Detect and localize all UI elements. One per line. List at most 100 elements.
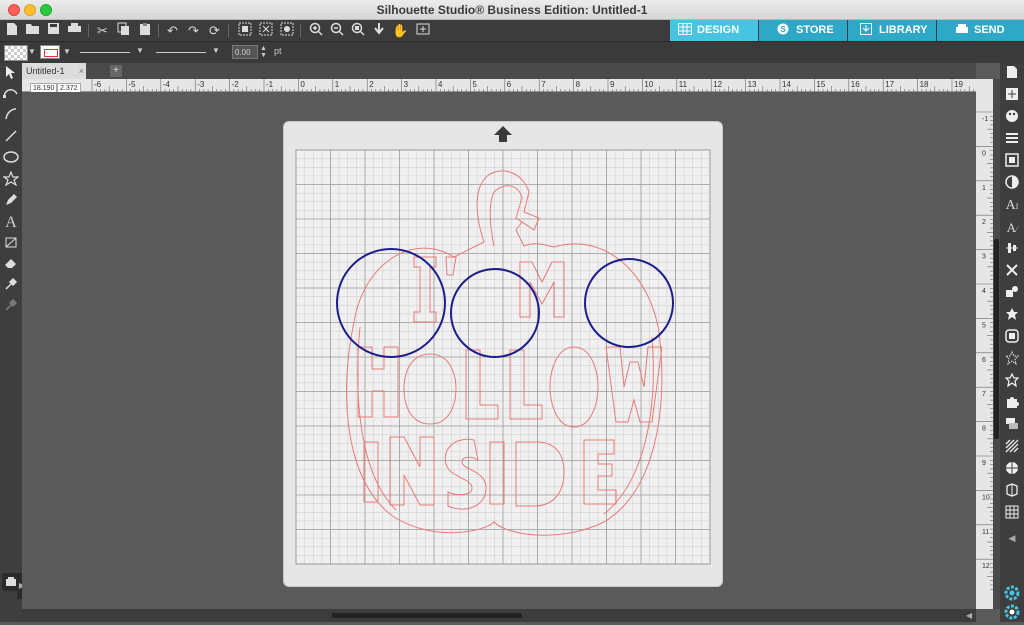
- trace-icon[interactable]: [1003, 350, 1021, 369]
- add-document-tab-button[interactable]: +: [110, 65, 122, 77]
- pan-icon[interactable]: ✋: [392, 22, 409, 39]
- select-all-icon[interactable]: [236, 22, 253, 39]
- line-color-swatch[interactable]: [40, 45, 60, 59]
- gradient-icon[interactable]: [1003, 175, 1021, 193]
- star-tool-icon[interactable]: [2, 170, 20, 189]
- copy-icon[interactable]: [115, 22, 132, 39]
- cut-icon[interactable]: ✂: [94, 22, 111, 39]
- paste-icon[interactable]: [136, 22, 153, 39]
- zoom-out-icon[interactable]: [328, 22, 345, 39]
- line-width-stepper[interactable]: ▲ ▼: [260, 45, 267, 59]
- modify-icon[interactable]: [1003, 307, 1021, 325]
- print-cut-icon[interactable]: [1003, 505, 1021, 523]
- document-tab[interactable]: Untitled-1 ×: [22, 63, 86, 79]
- h-ruler-label: 10: [644, 80, 653, 89]
- page-setup-icon[interactable]: [1003, 65, 1021, 83]
- replicate-icon[interactable]: [1003, 285, 1021, 303]
- v-ruler-label: 11: [982, 529, 989, 536]
- line-end-select[interactable]: ▼: [154, 46, 222, 58]
- pencil-tool-icon[interactable]: [2, 193, 20, 211]
- send-icon: [955, 22, 969, 34]
- v-ruler-label: 1: [982, 185, 986, 192]
- undo-icon[interactable]: ↶: [164, 22, 181, 39]
- palette-icon[interactable]: [1003, 109, 1021, 127]
- new-icon[interactable]: [3, 22, 20, 39]
- svg-text:S: S: [781, 25, 787, 34]
- text-style-icon[interactable]: AI: [1003, 197, 1021, 215]
- ellipse-tool-icon[interactable]: [2, 150, 20, 168]
- move-down-icon[interactable]: [370, 22, 387, 39]
- h-ruler-label: 2: [369, 80, 374, 89]
- vertical-ruler-ticks: -10123456789101112: [976, 111, 993, 590]
- h-ruler-label: 8: [576, 80, 581, 89]
- line-color-dropdown-arrow-icon[interactable]: ▼: [63, 47, 71, 56]
- mat-artwork: [295, 149, 711, 565]
- design-settings-icon[interactable]: [1003, 87, 1021, 105]
- open-icon[interactable]: [24, 22, 41, 39]
- v-ruler-label: 10: [982, 494, 990, 501]
- text-tool-icon[interactable]: A: [2, 214, 20, 232]
- tab-library[interactable]: LIBRARY: [848, 20, 936, 41]
- document-tab-row: Untitled-1 × +: [22, 63, 976, 79]
- line-width-input[interactable]: 0.00: [232, 45, 258, 59]
- sketch-icon[interactable]: [1003, 372, 1021, 391]
- eraser-tool-icon[interactable]: [2, 256, 20, 274]
- v-ruler-label: 0: [982, 150, 986, 157]
- sketch-pen-icon[interactable]: [2, 298, 20, 316]
- eyedropper-tool-icon[interactable]: [2, 277, 20, 295]
- save-icon[interactable]: [45, 22, 62, 39]
- layers-icon[interactable]: [1003, 417, 1021, 435]
- library-panel-icon[interactable]: [1003, 461, 1021, 479]
- tab-library-label: LIBRARY: [879, 24, 928, 36]
- tab-design-label: DESIGN: [697, 24, 740, 36]
- select-tool-icon[interactable]: [2, 65, 20, 83]
- zoom-fit-icon[interactable]: [349, 22, 366, 39]
- status-gear-icon[interactable]: [1003, 604, 1021, 622]
- h-ruler-label: 12: [713, 80, 722, 89]
- vertical-scroll-thumb[interactable]: [994, 239, 999, 439]
- toolbar-separator: [88, 24, 89, 37]
- h-ruler-label: 15: [816, 80, 825, 89]
- horizontal-ruler-ticks: -6 -5 -4 -3 -2 -1 0 1 2 3 4 5 6 7 8 9 10 11 12 13 14 15 16 17 18…: [91, 79, 983, 92]
- redo-icon[interactable]: ↷: [185, 22, 202, 39]
- tab-store[interactable]: S STORE: [759, 20, 847, 41]
- deselect-icon[interactable]: [257, 22, 274, 39]
- zoom-in-icon[interactable]: [307, 22, 324, 39]
- tab-close-icon[interactable]: ×: [79, 63, 84, 79]
- transform-icon[interactable]: [1003, 263, 1021, 281]
- print-icon[interactable]: [66, 22, 83, 39]
- pattern-fill-icon[interactable]: [1003, 439, 1021, 457]
- h-ruler-label: 16: [851, 80, 860, 89]
- horizontal-scroll-thumb[interactable]: [332, 613, 522, 618]
- cutting-mat[interactable]: [283, 121, 723, 587]
- bezier-tool-icon[interactable]: [2, 107, 20, 125]
- help-gear-icon[interactable]: [1003, 585, 1021, 603]
- line-tool-icon[interactable]: [2, 129, 20, 147]
- knife-tool-icon[interactable]: [2, 235, 20, 253]
- scroll-left-icon[interactable]: ◀: [966, 611, 972, 620]
- tab-send[interactable]: SEND: [937, 20, 1024, 41]
- fill-panel-icon[interactable]: [1003, 153, 1021, 171]
- text-to-path-icon[interactable]: A⁄: [1003, 219, 1021, 237]
- puzzle-icon[interactable]: [1003, 395, 1021, 413]
- fill-dropdown-arrow-icon[interactable]: ▼: [28, 47, 36, 56]
- tab-store-label: STORE: [796, 24, 834, 36]
- group-icon[interactable]: [278, 22, 295, 39]
- nest-icon[interactable]: [1003, 483, 1021, 501]
- line-width-unit: pt: [274, 46, 282, 56]
- line-style-icon[interactable]: [1003, 131, 1021, 149]
- collapse-panel-icon[interactable]: ◀: [1003, 529, 1021, 547]
- offset-icon[interactable]: [1003, 329, 1021, 347]
- h-ruler-label: -4: [163, 80, 171, 89]
- edit-points-icon[interactable]: [2, 86, 20, 104]
- add-page-icon[interactable]: [414, 22, 431, 39]
- redraw-icon[interactable]: ⟳: [206, 22, 223, 39]
- line-style-select[interactable]: ▼: [78, 46, 146, 58]
- window-title: Silhouette Studio® Business Edition: Unt…: [376, 3, 648, 17]
- tab-design[interactable]: DESIGN: [670, 20, 758, 41]
- horizontal-ruler: -6 -5 -4 -3 -2 -1 0 1 2 3 4 5 6 7 8 9 10 11 12 13 14 15 16 17 18…: [22, 79, 983, 92]
- align-icon[interactable]: [1003, 241, 1021, 259]
- horizontal-scrollbar[interactable]: ◀: [22, 609, 976, 622]
- fill-color-swatch[interactable]: [4, 45, 28, 61]
- vertical-scrollbar[interactable]: [993, 79, 1000, 609]
